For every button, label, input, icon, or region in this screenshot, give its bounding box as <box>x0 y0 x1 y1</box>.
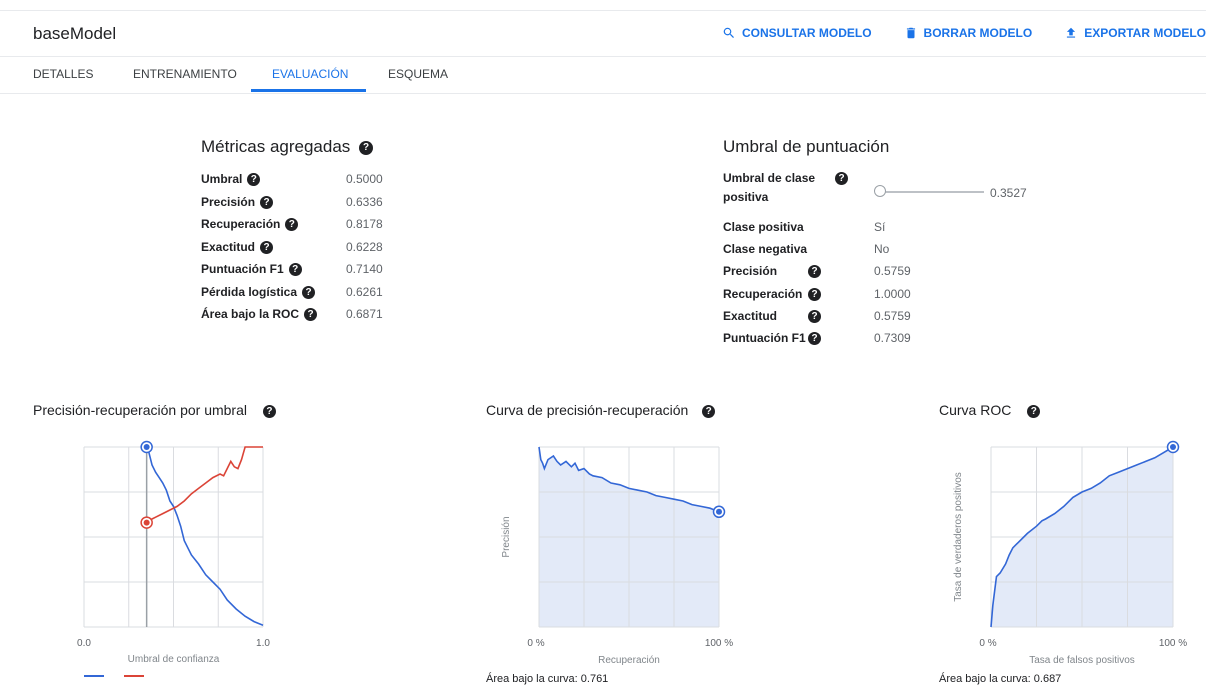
x-axis-label: Tasa de falsos positivos <box>1029 655 1135 666</box>
y-axis-label: Tasa de verdaderos positivos <box>953 472 964 602</box>
precision-line <box>145 446 264 626</box>
x-tick-label: 1.0 <box>256 638 270 649</box>
pr-curve-marker-dot <box>716 508 722 515</box>
x-axis-label: Umbral de confianza <box>128 654 220 665</box>
x-tick-label: 0.0 <box>77 638 91 649</box>
x-tick-label: 100 % <box>1159 638 1187 649</box>
recall-marker-dot <box>143 519 150 526</box>
x-tick-label: 100 % <box>705 638 733 649</box>
precision-marker-dot <box>143 444 150 450</box>
charts-canvas: 0.0 1.0 Umbral de confianza 0 % 100 % Recuper… <box>77 440 1187 677</box>
pr-auc-label: Área bajo la curva: 0.761 <box>486 673 609 685</box>
x-tick-label: 0 % <box>527 638 544 649</box>
y-axis-label: Precisión <box>501 516 512 557</box>
x-axis-label: Recuperación <box>598 655 660 666</box>
roc-auc-label: Área bajo la curva: 0.687 <box>939 673 1062 685</box>
x-tick-label: 0 % <box>979 638 996 649</box>
roc-curve-marker-dot <box>1170 444 1176 450</box>
